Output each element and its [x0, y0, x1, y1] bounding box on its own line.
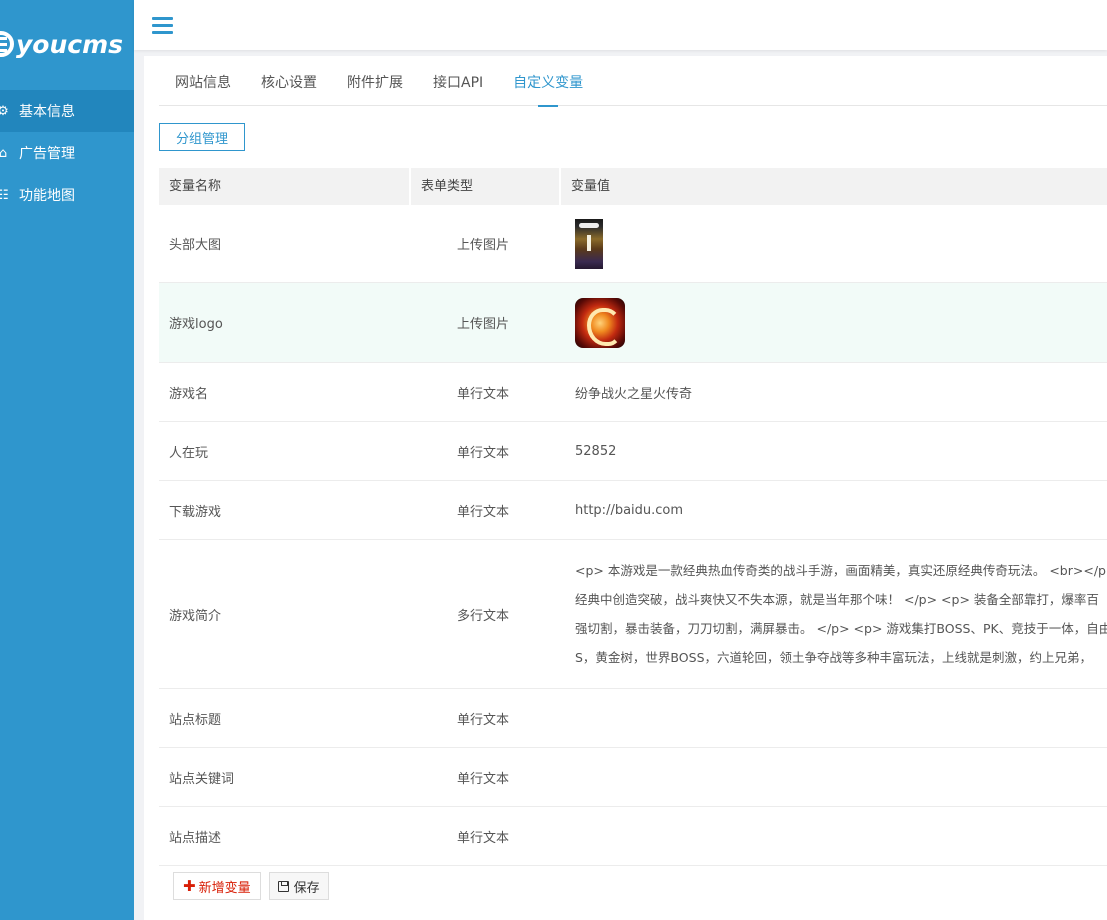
top-bar: [134, 0, 1107, 50]
table-row: 游戏名 单行文本 纷争战火之星火传奇: [159, 363, 1107, 422]
header-banner-thumbnail[interactable]: [575, 218, 603, 269]
sidebar-item-label: 广告管理: [19, 146, 75, 162]
form-type: 多行文本: [457, 608, 510, 624]
value-line: 经典中创造突破，战斗爽快又不失本源，就是当年那个味！ </p> <p> 装备全部…: [575, 592, 1099, 607]
sidebar-menu: ⚙ 基本信息 ⌂ 广告管理 ☷ 功能地图: [0, 90, 134, 216]
variable-value: 52852: [575, 443, 617, 459]
sitemap-icon: ☷: [0, 187, 9, 203]
logo[interactable]: youcms: [0, 22, 123, 66]
variable-value: [561, 297, 1107, 348]
save-label: 保存: [293, 880, 320, 896]
column-header-name: 变量名称: [159, 168, 409, 205]
sidebar-item-feature-map[interactable]: ☷ 功能地图: [0, 174, 134, 216]
variable-value: http://baidu.com: [575, 502, 684, 518]
tab-custom-variables[interactable]: 自定义变量: [498, 56, 598, 107]
column-header-type: 表单类型: [411, 168, 559, 205]
table-row: 站点标题 单行文本: [159, 689, 1107, 748]
floppy-disk-icon: [277, 880, 289, 892]
sidebar-item-label: 功能地图: [19, 188, 75, 204]
form-type: 上传图片: [457, 238, 510, 253]
tab-api[interactable]: 接口API: [418, 56, 498, 106]
save-button[interactable]: 保存: [268, 872, 329, 900]
variables-table: 变量名称 表单类型 变量值 头部大图 上传图片 游戏logo 上传图片 游戏名 …: [159, 168, 1107, 866]
variable-name: 游戏简介: [169, 608, 222, 624]
table-row: 站点描述 单行文本: [159, 807, 1107, 866]
sidebar-item-ad-management[interactable]: ⌂ 广告管理: [0, 132, 134, 174]
table-row: 下载游戏 单行文本 http://baidu.com: [159, 481, 1107, 540]
variable-name: 游戏名: [169, 386, 209, 402]
tab-attachment-extension[interactable]: 附件扩展: [332, 56, 418, 106]
tab-site-info[interactable]: 网站信息: [159, 56, 246, 106]
plus-icon: ✚: [183, 877, 196, 895]
table-row: 游戏logo 上传图片: [159, 283, 1107, 363]
tab-core-settings[interactable]: 核心设置: [246, 56, 332, 106]
form-type: 单行文本: [457, 771, 510, 787]
variable-name: 游戏logo: [169, 317, 223, 332]
table-row: 人在玩 单行文本 52852: [159, 422, 1107, 481]
table-row: 游戏简介 多行文本 <p> 本游戏是一款经典热血传奇类的战斗手游，画面精美，真实…: [159, 540, 1107, 689]
variable-value: 纷争战火之星火传奇: [575, 386, 693, 402]
main-panel: 网站信息 核心设置 附件扩展 接口API 自定义变量 分组管理 变量名称 表单类…: [144, 56, 1107, 920]
settings-tabs: 网站信息 核心设置 附件扩展 接口API 自定义变量: [159, 56, 1107, 107]
column-header-value: 变量值: [561, 168, 1107, 205]
menu-toggle-icon[interactable]: [152, 17, 173, 34]
gear-icon: ⚙: [0, 103, 9, 119]
form-type: 单行文本: [457, 712, 510, 728]
variable-name: 头部大图: [169, 238, 222, 253]
sidebar: youcms ⚙ 基本信息 ⌂ 广告管理 ☷ 功能地图: [0, 0, 134, 920]
variable-name: 人在玩: [169, 445, 209, 461]
table-header: 变量名称 表单类型 变量值: [159, 168, 1107, 205]
value-line: S，黄金树，世界BOSS，六道轮回，领土争夺战等多种丰富玩法，上线就是刺激，约上…: [575, 650, 1092, 665]
variable-value: [561, 218, 1107, 269]
variable-value-multiline: <p> 本游戏是一款经典热血传奇类的战斗手游，画面精美，真实还原经典传奇玩法。 …: [561, 548, 1107, 680]
form-type: 单行文本: [457, 830, 510, 846]
form-type: 单行文本: [457, 386, 510, 402]
table-actions: ✚ 新增变量 保存: [173, 872, 329, 900]
game-logo-thumbnail[interactable]: [575, 297, 625, 348]
logo-mark-icon: [0, 31, 14, 57]
variable-name: 站点标题: [169, 712, 222, 728]
variable-name: 站点描述: [169, 830, 222, 846]
table-row: 头部大图 上传图片: [159, 205, 1107, 283]
add-variable-label: 新增变量: [198, 880, 251, 896]
variable-name: 站点关键词: [169, 771, 235, 787]
form-type: 单行文本: [457, 504, 510, 520]
value-line: 强切割，暴击装备，刀刀切割，满屏暴击。 </p> <p> 游戏集打BOSS、PK…: [575, 621, 1107, 636]
logo-text: youcms: [16, 29, 124, 59]
group-management-button[interactable]: 分组管理: [159, 123, 245, 151]
add-variable-button[interactable]: ✚ 新增变量: [173, 872, 261, 900]
value-line: <p> 本游戏是一款经典热血传奇类的战斗手游，画面精美，真实还原经典传奇玩法。 …: [575, 563, 1107, 578]
variable-name: 下载游戏: [169, 504, 222, 520]
home-icon: ⌂: [0, 145, 8, 161]
sidebar-item-basic-info[interactable]: ⚙ 基本信息: [0, 90, 134, 132]
table-row: 站点关键词 单行文本: [159, 748, 1107, 807]
sidebar-item-label: 基本信息: [19, 104, 75, 120]
form-type: 单行文本: [457, 445, 510, 461]
form-type: 上传图片: [457, 317, 510, 332]
